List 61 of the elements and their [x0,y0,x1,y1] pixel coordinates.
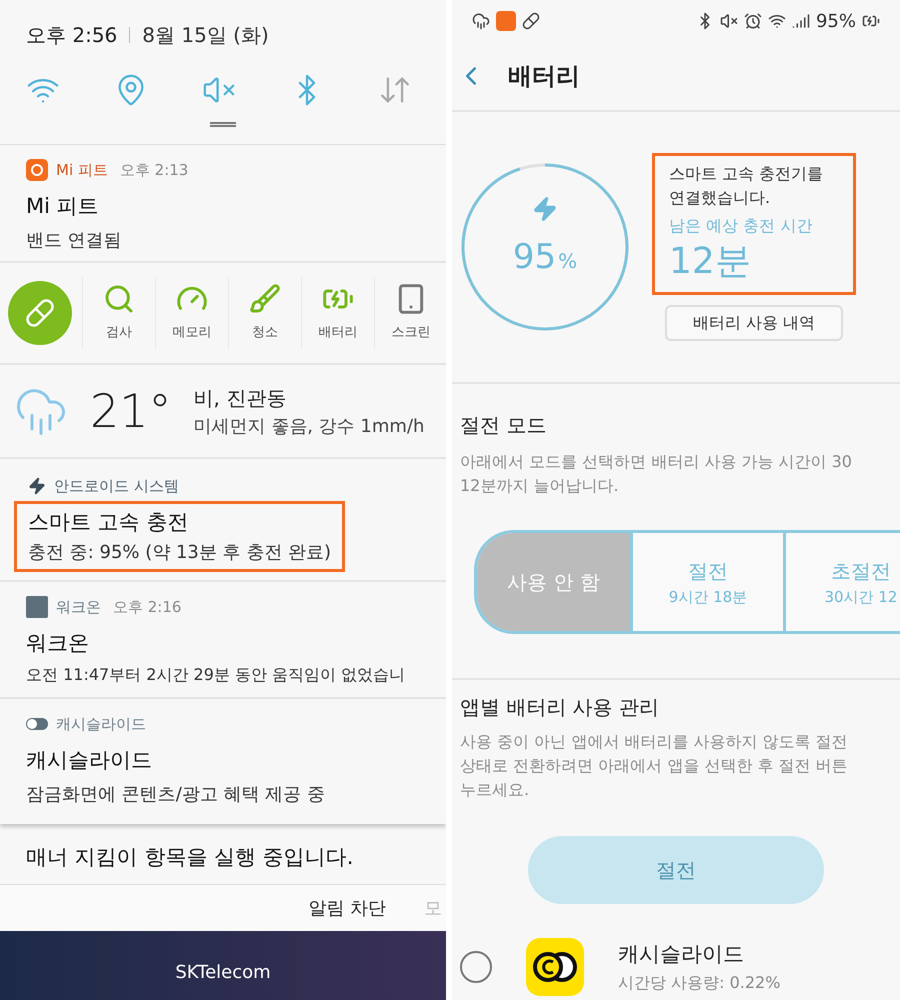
notification-title: 캐시슬라이드 [26,747,153,774]
description-line: 누르세요. [460,779,530,801]
temperature: 21° [90,382,172,440]
mute-icon [720,12,738,30]
notification-text: 충전 중: 95% (약 13분 후 충전 완료) [28,540,332,564]
app-name: 캐시슬라이드 [56,714,146,735]
search-icon[interactable] [103,283,135,316]
notification-time: 오후 2:16 [113,596,182,618]
battery-level: 95 [512,236,556,278]
clock-time: 오후 2:56 [26,22,118,49]
notification-title: 스마트 고속 충전 [28,509,190,536]
shortcut-label[interactable]: 스크린 [392,323,430,343]
rain-cloud-icon [472,12,490,30]
section-title: 절전 모드 [460,412,548,439]
notification-text: 밴드 연결됨 [26,228,123,252]
app-name: Mi 피트 [56,160,108,181]
notification-text: 오전 11:47부터 2시간 29분 동안 움직임이 없었습니 [26,664,406,686]
shortcut-label[interactable]: 메모리 [172,323,212,343]
carrier-name: SKTelecom [175,961,271,985]
radio-button[interactable] [460,951,492,983]
app-usage: 시간당 사용량: 0.22% [618,972,780,994]
broom-icon[interactable] [249,283,281,316]
notification-title: 매너 지킴이 항목을 실행 중입니다. [26,844,354,871]
description-line: 사용 중이 아닌 앱에서 배터리를 사용하지 않도록 절전 [460,731,849,753]
signal-icon [792,12,810,30]
lightning-icon [532,196,558,222]
notification-time: 오후 2:13 [120,160,188,181]
description-line: 상태로 전환하려면 아래에서 앱을 선택한 후 절전 버튼 [460,755,849,777]
app-name: 워크온 [56,596,101,618]
notification-title: Mi 피트 [26,193,100,220]
description-line: 12분까지 늘어납니다. [460,475,620,497]
weather-detail: 미세먼지 좋음, 강수 1mm/h [194,414,424,438]
description-line: 아래에서 모드를 선택하면 배터리 사용 가능 시간이 30 [460,451,853,473]
charger-message: 스마트 고속 충전기를 연결했습니다. [669,163,824,209]
percent-sign: % [558,248,578,274]
weather-location: 비, 진관동 [194,384,288,412]
battery-percent: 95% [816,10,856,34]
app-icon [26,159,48,181]
app-icon [496,11,516,31]
date: 8월 15일 (화) [142,22,269,49]
notification-title: 워크온 [26,630,90,657]
drag-handle-icon[interactable] [210,122,236,127]
notification-text: 잠금화면에 콘텐츠/광고 혜택 제공 중 [26,782,326,806]
alarm-icon [744,12,762,30]
app-name: 안드로이드 시스템 [54,476,179,497]
footer-button[interactable]: 알림 차단 [308,894,386,922]
app-icon [26,596,48,618]
screen-title: 배터리 [508,61,580,92]
section-title: 앱별 배터리 사용 관리 [460,694,660,721]
usage-history-button[interactable]: 배터리 사용 내역 [665,305,843,341]
pill-icon [522,12,540,30]
shortcut-label[interactable]: 청소 [252,323,278,343]
app-name: 캐시슬라이드 [618,941,745,968]
shortcut-label[interactable]: 배터리 [318,323,358,343]
wifi-icon [768,12,786,30]
lightning-icon [28,477,46,495]
remaining-time-label: 남은 예상 충전 시간 [669,215,814,237]
remaining-time: 12분 [669,240,752,284]
pill-icon [25,298,55,328]
app-icon [526,938,584,996]
shortcut-label[interactable]: 검사 [106,323,132,343]
